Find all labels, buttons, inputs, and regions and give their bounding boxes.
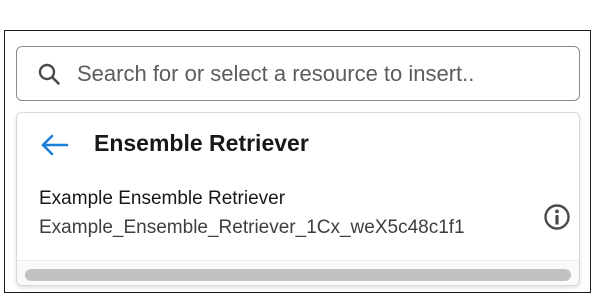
info-icon[interactable] [543, 203, 571, 231]
resource-picker-panel: Ensemble Retriever Example Ensemble Retr… [4, 30, 591, 293]
dropdown-header: Ensemble Retriever [17, 113, 579, 175]
item-label: Example Ensemble Retriever [39, 188, 286, 209]
horizontal-scrollbar[interactable] [17, 260, 579, 285]
arrow-left-icon[interactable] [40, 134, 70, 156]
dropdown-title: Ensemble Retriever [94, 130, 309, 156]
search-icon [38, 63, 60, 85]
scrollbar-thumb[interactable] [25, 269, 571, 281]
resource-dropdown: Ensemble Retriever Example Ensemble Retr… [16, 112, 580, 286]
list-item[interactable]: Example Ensemble Retriever Example_Ensem… [17, 175, 579, 261]
search-input[interactable] [77, 57, 567, 91]
item-api-name: Example_Ensemble_Retriever_1Cx_weX5c48c1… [39, 217, 465, 238]
search-box[interactable] [16, 46, 580, 101]
